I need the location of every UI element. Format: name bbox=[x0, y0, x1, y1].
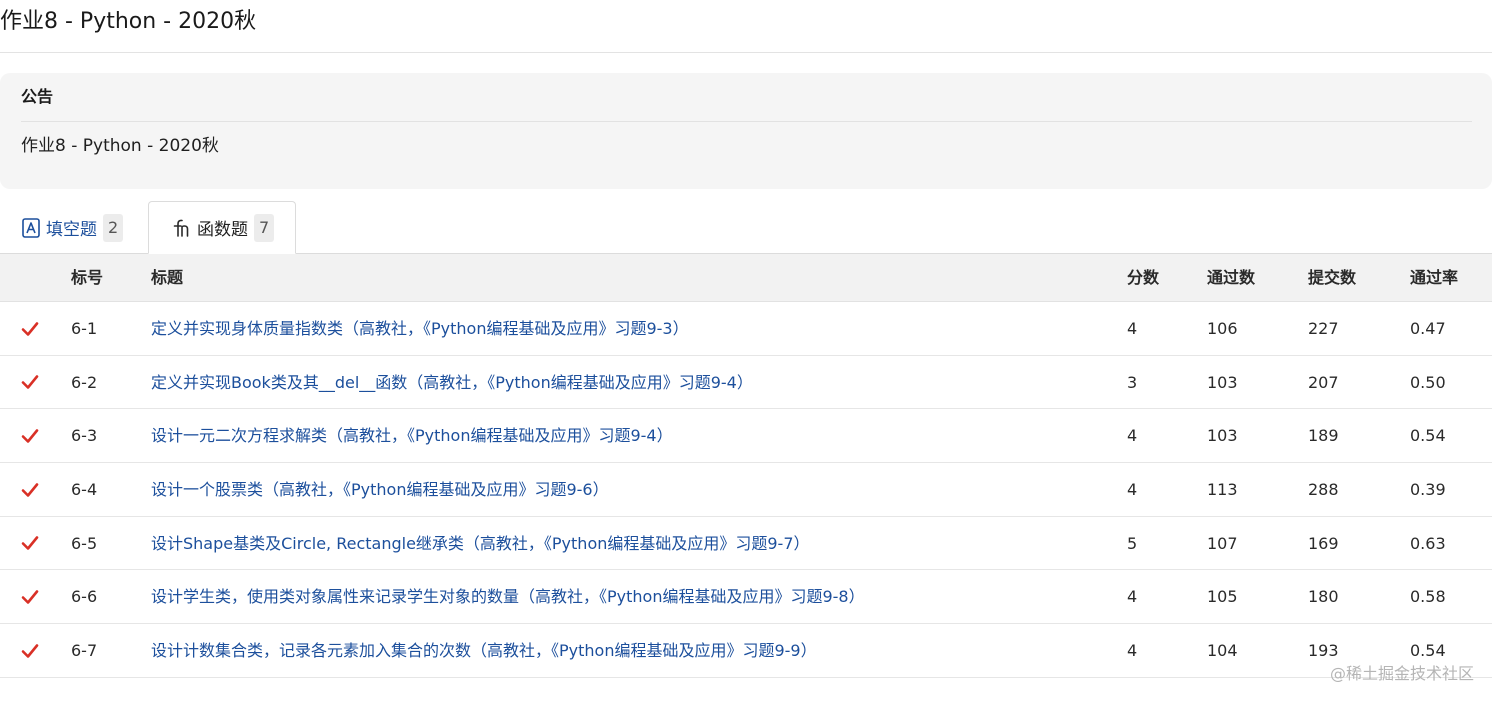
header-passed[interactable]: 通过数 bbox=[1207, 254, 1255, 302]
row-passed: 107 bbox=[1207, 533, 1238, 553]
table-row: 6-1 定义并实现身体质量指数类（高教社，《Python编程基础及应用》习题9-… bbox=[0, 302, 1492, 356]
problem-table-body: 6-1 定义并实现身体质量指数类（高教社，《Python编程基础及应用》习题9-… bbox=[0, 302, 1492, 678]
header-submitted[interactable]: 提交数 bbox=[1308, 254, 1356, 302]
header-title[interactable]: 标题 bbox=[151, 254, 183, 302]
table-header: 标号 标题 分数 通过数 提交数 通过率 bbox=[0, 254, 1492, 302]
tab-function-count: 7 bbox=[254, 213, 275, 242]
check-icon bbox=[20, 570, 40, 623]
row-number: 6-6 bbox=[71, 587, 98, 607]
row-passed: 105 bbox=[1207, 587, 1238, 607]
row-rate: 0.39 bbox=[1410, 480, 1446, 500]
row-title-link[interactable]: 设计一元二次方程求解类（高教社，《Python编程基础及应用》习题9-4） bbox=[151, 409, 673, 462]
function-icon bbox=[171, 218, 191, 238]
row-score: 4 bbox=[1127, 319, 1138, 338]
row-title-link[interactable]: 设计Shape基类及Circle, Rectangle继承类（高教社，《Pyth… bbox=[151, 517, 810, 570]
row-rate: 0.54 bbox=[1410, 426, 1446, 446]
row-rate: 0.58 bbox=[1410, 587, 1446, 607]
check-icon bbox=[20, 624, 40, 677]
notice-panel bbox=[0, 73, 1492, 189]
row-title-link[interactable]: 定义并实现身体质量指数类（高教社，《Python编程基础及应用》习题9-3） bbox=[151, 302, 689, 355]
row-title-link[interactable]: 设计一个股票类（高教社，《Python编程基础及应用》习题9-6） bbox=[151, 463, 609, 516]
row-number: 6-7 bbox=[71, 641, 98, 661]
row-score: 3 bbox=[1127, 372, 1138, 392]
row-submitted: 227 bbox=[1308, 319, 1339, 338]
row-number: 6-5 bbox=[71, 533, 98, 553]
row-score: 4 bbox=[1127, 587, 1138, 607]
page-title: 作业8 - Python - 2020秋 bbox=[0, 9, 257, 34]
check-icon bbox=[20, 356, 40, 409]
check-icon bbox=[20, 517, 40, 570]
row-title-link[interactable]: 设计计数集合类，记录各元素加入集合的次数（高教社，《Python编程基础及应用》… bbox=[151, 624, 817, 677]
tab-fill-blank[interactable]: 填空题 2 bbox=[12, 201, 144, 254]
row-passed: 106 bbox=[1207, 319, 1238, 338]
tab-function-label: 函数题 bbox=[197, 220, 248, 240]
row-score: 4 bbox=[1127, 480, 1138, 500]
row-passed: 113 bbox=[1207, 480, 1238, 500]
notice-heading: 公告 bbox=[21, 87, 54, 106]
row-submitted: 169 bbox=[1308, 533, 1339, 553]
tab-function[interactable]: 函数题 7 bbox=[148, 201, 296, 254]
row-rate: 0.50 bbox=[1410, 372, 1446, 392]
row-number: 6-3 bbox=[71, 426, 98, 446]
notice-body: 作业8 - Python - 2020秋 bbox=[21, 136, 219, 156]
tab-fill-blank-label: 填空题 bbox=[46, 220, 97, 240]
table-row: 6-5 设计Shape基类及Circle, Rectangle继承类（高教社，《… bbox=[0, 517, 1492, 571]
row-passed: 104 bbox=[1207, 641, 1238, 661]
check-icon bbox=[20, 409, 40, 462]
row-submitted: 207 bbox=[1308, 372, 1339, 392]
row-number: 6-2 bbox=[71, 372, 98, 392]
fill-blank-icon bbox=[22, 217, 40, 238]
tab-fill-blank-count: 2 bbox=[103, 213, 124, 242]
check-icon bbox=[20, 302, 40, 355]
row-rate: 0.63 bbox=[1410, 533, 1446, 553]
header-rate[interactable]: 通过率 bbox=[1410, 254, 1458, 302]
row-submitted: 180 bbox=[1308, 587, 1339, 607]
title-divider bbox=[0, 52, 1492, 53]
row-passed: 103 bbox=[1207, 426, 1238, 446]
row-number: 6-1 bbox=[71, 319, 98, 338]
row-submitted: 288 bbox=[1308, 480, 1339, 500]
header-number[interactable]: 标号 bbox=[71, 254, 103, 302]
row-passed: 103 bbox=[1207, 372, 1238, 392]
row-score: 4 bbox=[1127, 426, 1138, 446]
notice-divider bbox=[21, 121, 1472, 122]
table-row: 6-6 设计学生类，使用类对象属性来记录学生对象的数量（高教社，《Python编… bbox=[0, 570, 1492, 625]
row-score: 5 bbox=[1127, 533, 1138, 553]
row-title-link[interactable]: 设计学生类，使用类对象属性来记录学生对象的数量（高教社，《Python编程基础及… bbox=[151, 570, 865, 623]
header-score[interactable]: 分数 bbox=[1127, 254, 1159, 302]
table-row: 6-2 定义并实现Book类及其__del__函数（高教社，《Python编程基… bbox=[0, 356, 1492, 410]
table-row: 6-3 设计一元二次方程求解类（高教社，《Python编程基础及应用》习题9-4… bbox=[0, 409, 1492, 464]
table-row: 6-7 设计计数集合类，记录各元素加入集合的次数（高教社，《Python编程基础… bbox=[0, 624, 1492, 678]
row-title-link[interactable]: 定义并实现Book类及其__del__函数（高教社，《Python编程基础及应用… bbox=[151, 356, 753, 409]
row-submitted: 189 bbox=[1308, 426, 1339, 446]
table-row: 6-4 设计一个股票类（高教社，《Python编程基础及应用》习题9-6） 4 … bbox=[0, 463, 1492, 517]
watermark: @稀土掘金技术社区 bbox=[1330, 664, 1475, 683]
row-rate: 0.47 bbox=[1410, 319, 1446, 338]
row-score: 4 bbox=[1127, 641, 1138, 661]
row-number: 6-4 bbox=[71, 480, 98, 500]
check-icon bbox=[20, 463, 40, 516]
